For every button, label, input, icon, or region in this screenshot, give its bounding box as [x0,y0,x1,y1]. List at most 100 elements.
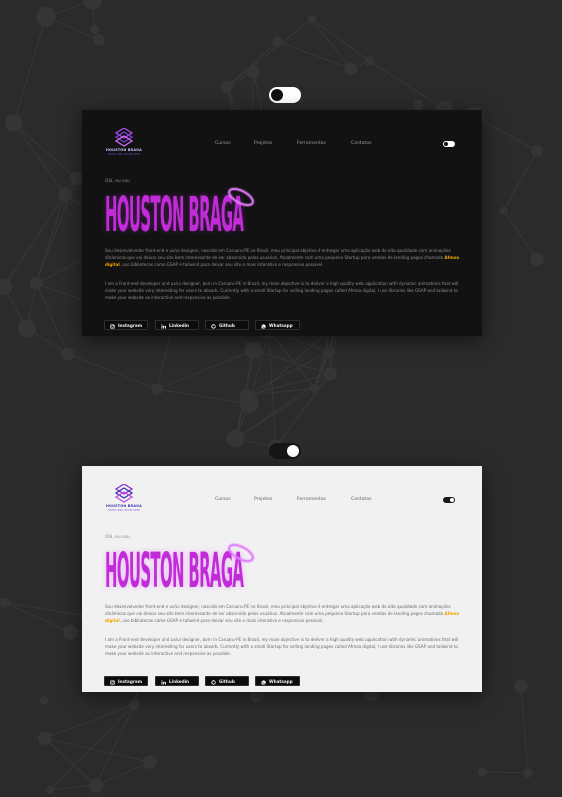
network-node [128,699,140,711]
logo-mark-icon [114,128,134,147]
network-line [35,194,66,284]
social-links: Instagram Linkedin Github Whatsapp [104,676,464,686]
bio-pt-end: , uso bibliotecas como GSAP e tailwind p… [119,618,324,623]
network-node [272,36,284,47]
nav-item-ferramentas[interactable]: Ferramentas [297,141,326,146]
network-line [482,771,528,774]
nav-item-cursos[interactable]: Cursos [215,141,231,146]
network-node [412,99,423,111]
network-node [514,679,528,693]
social-links: Instagram Linkedin Github Whatsapp [104,320,464,330]
network-line [4,602,87,617]
network-node [143,755,157,769]
whatsapp-label: Whatsapp [269,323,293,329]
network-node [83,0,102,10]
network-node [63,624,78,640]
network-node [90,25,100,35]
nav-item-cursos[interactable]: Cursos [215,497,231,502]
network-line [35,283,69,355]
whatsapp-button[interactable]: Whatsapp [255,676,300,686]
halo-icon [227,186,255,208]
network-node [0,597,10,608]
network-node [310,383,320,394]
network-line [156,349,254,390]
bio-english: I am a Front-end developer and ux/ui des… [105,637,459,656]
whatsapp-label: Whatsapp [269,679,293,685]
network-node [46,785,55,794]
network-node [17,319,36,338]
network-line [13,122,66,195]
toggle-knob [450,498,454,502]
linkedin-button[interactable]: Linkedin [155,320,199,330]
network-node [523,768,533,778]
network-node [323,345,336,358]
linkedin-label: Linkedin [169,679,190,685]
network-node [244,341,262,359]
github-button[interactable]: Github [205,320,249,330]
bio-portuguese: Sou desenvolvedor front-end e ux/ui desi… [105,247,460,268]
halo-icon [227,542,255,564]
network-line [13,122,77,179]
bio-english: I am a Front-end developer and ux/ui des… [105,281,459,300]
network-node [246,65,260,79]
nav-item-ferramentas[interactable]: Ferramentas [297,497,326,502]
brand-logo[interactable]: HOUSTON BRAGA FRONT-END DEVELOPER [102,484,146,516]
nav-item-contatos[interactable]: Contatos [351,497,372,502]
github-icon [211,323,216,329]
github-label: Github [219,679,235,685]
nav-item-contatos[interactable]: Contatos [351,141,372,146]
network-node [364,56,375,66]
instagram-icon [110,679,115,685]
network-node [499,206,508,215]
instagram-button[interactable]: Instagram [104,676,148,686]
network-node [61,347,75,361]
network-node [344,62,358,76]
linkedin-icon [161,679,166,684]
linkedin-button[interactable]: Linkedin [155,676,199,686]
hero-greeting: Olá, eu sou [105,179,130,184]
toggle-knob [271,89,283,101]
network-line [13,16,47,124]
network-line [49,704,135,790]
network-node [323,367,337,381]
whatsapp-button[interactable]: Whatsapp [255,320,300,330]
network-line [226,18,312,88]
instagram-icon [110,323,115,329]
nav-theme-toggle[interactable] [443,141,455,147]
network-line [248,327,332,404]
network-node [307,14,317,24]
brand-tagline: FRONT-END DEVELOPER [107,509,141,512]
theme-toggle-dark-preview[interactable] [269,87,301,103]
network-node [57,187,73,202]
brand-logo[interactable]: HOUSTON BRAGA FRONT-END DEVELOPER [102,128,146,160]
bio-pt-end: , uso bibliotecas como GSAP e tailwind p… [119,262,324,267]
whatsapp-icon [261,323,266,329]
portfolio-preview-light: HOUSTON BRAGA FRONT-END DEVELOPER Cursos… [82,466,482,692]
brand-tagline: FRONT-END DEVELOPER [107,153,141,156]
network-node [0,278,13,296]
network-line [311,18,370,62]
network-line [3,194,66,287]
whatsapp-icon [261,679,266,685]
linkedin-icon [161,323,166,328]
network-line [473,115,538,152]
github-icon [211,679,216,685]
github-button[interactable]: Github [205,676,249,686]
bio-portuguese: Sou desenvolvedor front-end e ux/ui desi… [105,603,460,624]
nav-item-projetos[interactable]: Projetos [254,497,272,502]
network-node [93,33,105,46]
nav-item-projetos[interactable]: Projetos [254,141,272,146]
nav-theme-toggle[interactable] [443,497,455,503]
network-node [39,695,49,705]
network-line [369,60,445,110]
network-node [226,429,245,448]
github-label: Github [219,323,235,329]
hero-title: HOUSTON BRAGA [105,542,265,599]
network-line [226,41,278,88]
toggle-knob [444,142,448,146]
instagram-button[interactable]: Instagram [104,320,148,330]
theme-toggle-light-preview[interactable] [269,443,301,459]
network-node [88,778,103,793]
portfolio-preview-dark: HOUSTON BRAGA FRONT-END DEVELOPER Cursos… [82,110,482,336]
network-node [239,388,253,402]
